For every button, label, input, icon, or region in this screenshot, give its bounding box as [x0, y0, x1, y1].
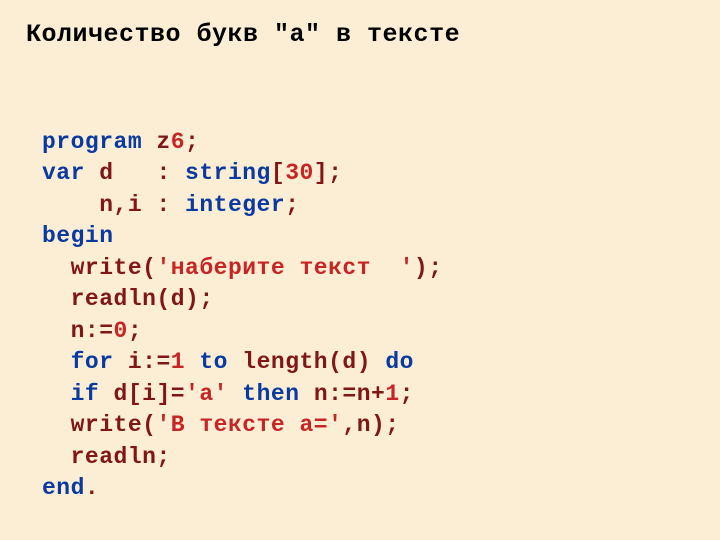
keyword: begin: [42, 223, 114, 249]
punct: ;: [128, 318, 142, 344]
identifier: n: [357, 381, 371, 407]
number: 0: [114, 318, 128, 344]
number: 30: [285, 160, 314, 186]
punct: ]=: [156, 381, 185, 407]
slide-title: Количество букв "а" в тексте: [26, 20, 694, 49]
punct: );: [371, 412, 400, 438]
code-line: if d[i]='а' then n:=n+1;: [42, 381, 414, 407]
punct: (: [328, 349, 342, 375]
punct: :=: [142, 349, 171, 375]
identifier: z: [142, 129, 171, 155]
keyword: integer: [185, 192, 285, 218]
punct: :=: [85, 318, 114, 344]
identifier: readln: [42, 286, 156, 312]
keyword: if: [42, 381, 114, 407]
punct: :: [156, 160, 185, 186]
code-line: n:=0;: [42, 318, 142, 344]
punct: :=: [328, 381, 357, 407]
code-line: write('В тексте а=',n);: [42, 412, 400, 438]
keyword: end: [42, 475, 85, 501]
code-line: write('наберите текст ');: [42, 255, 443, 281]
punct: ;: [400, 381, 414, 407]
string: 'наберите текст ': [156, 255, 413, 281]
code-line: readln(d);: [42, 286, 214, 312]
punct: [: [271, 160, 285, 186]
punct: );: [414, 255, 443, 281]
identifier: d: [99, 160, 156, 186]
code-line: readln;: [42, 444, 171, 470]
keyword: string: [185, 160, 271, 186]
keyword: then: [228, 381, 314, 407]
number: 6: [171, 129, 185, 155]
punct: +: [371, 381, 385, 407]
identifier: d: [114, 381, 128, 407]
keyword: program: [42, 129, 142, 155]
identifier: length: [242, 349, 328, 375]
identifier: i: [128, 349, 142, 375]
punct: (: [142, 412, 156, 438]
number: 1: [385, 381, 399, 407]
number: 1: [171, 349, 185, 375]
identifier: n: [42, 318, 85, 344]
code-line: end.: [42, 475, 99, 501]
identifier: d: [342, 349, 356, 375]
code-line: begin: [42, 223, 114, 249]
punct: ): [357, 349, 386, 375]
punct: [: [128, 381, 142, 407]
code-line: n,i : integer;: [42, 192, 299, 218]
identifier: i: [142, 381, 156, 407]
keyword: to: [185, 349, 242, 375]
punct: .: [85, 475, 99, 501]
keyword: var: [42, 160, 99, 186]
string: 'В тексте а=': [156, 412, 342, 438]
punct: ;: [285, 192, 299, 218]
punct: (: [142, 255, 156, 281]
punct: ,: [342, 412, 356, 438]
identifier: d: [171, 286, 185, 312]
code-line: program z6;: [42, 129, 199, 155]
identifier: n,i: [42, 192, 156, 218]
punct: (: [156, 286, 170, 312]
identifier: write: [42, 255, 142, 281]
identifier: write: [42, 412, 142, 438]
punct: ];: [314, 160, 343, 186]
punct: :: [156, 192, 185, 218]
punct: ;: [185, 129, 199, 155]
punct: ;: [156, 444, 170, 470]
code-block: program z6; var d : string[30]; n,i : in…: [26, 95, 694, 505]
punct: );: [185, 286, 214, 312]
keyword: for: [42, 349, 128, 375]
code-line: for i:=1 to length(d) do: [42, 349, 414, 375]
identifier: n: [314, 381, 328, 407]
keyword: do: [385, 349, 414, 375]
string: 'а': [185, 381, 228, 407]
identifier: n: [357, 412, 371, 438]
identifier: readln: [42, 444, 156, 470]
code-line: var d : string[30];: [42, 160, 342, 186]
